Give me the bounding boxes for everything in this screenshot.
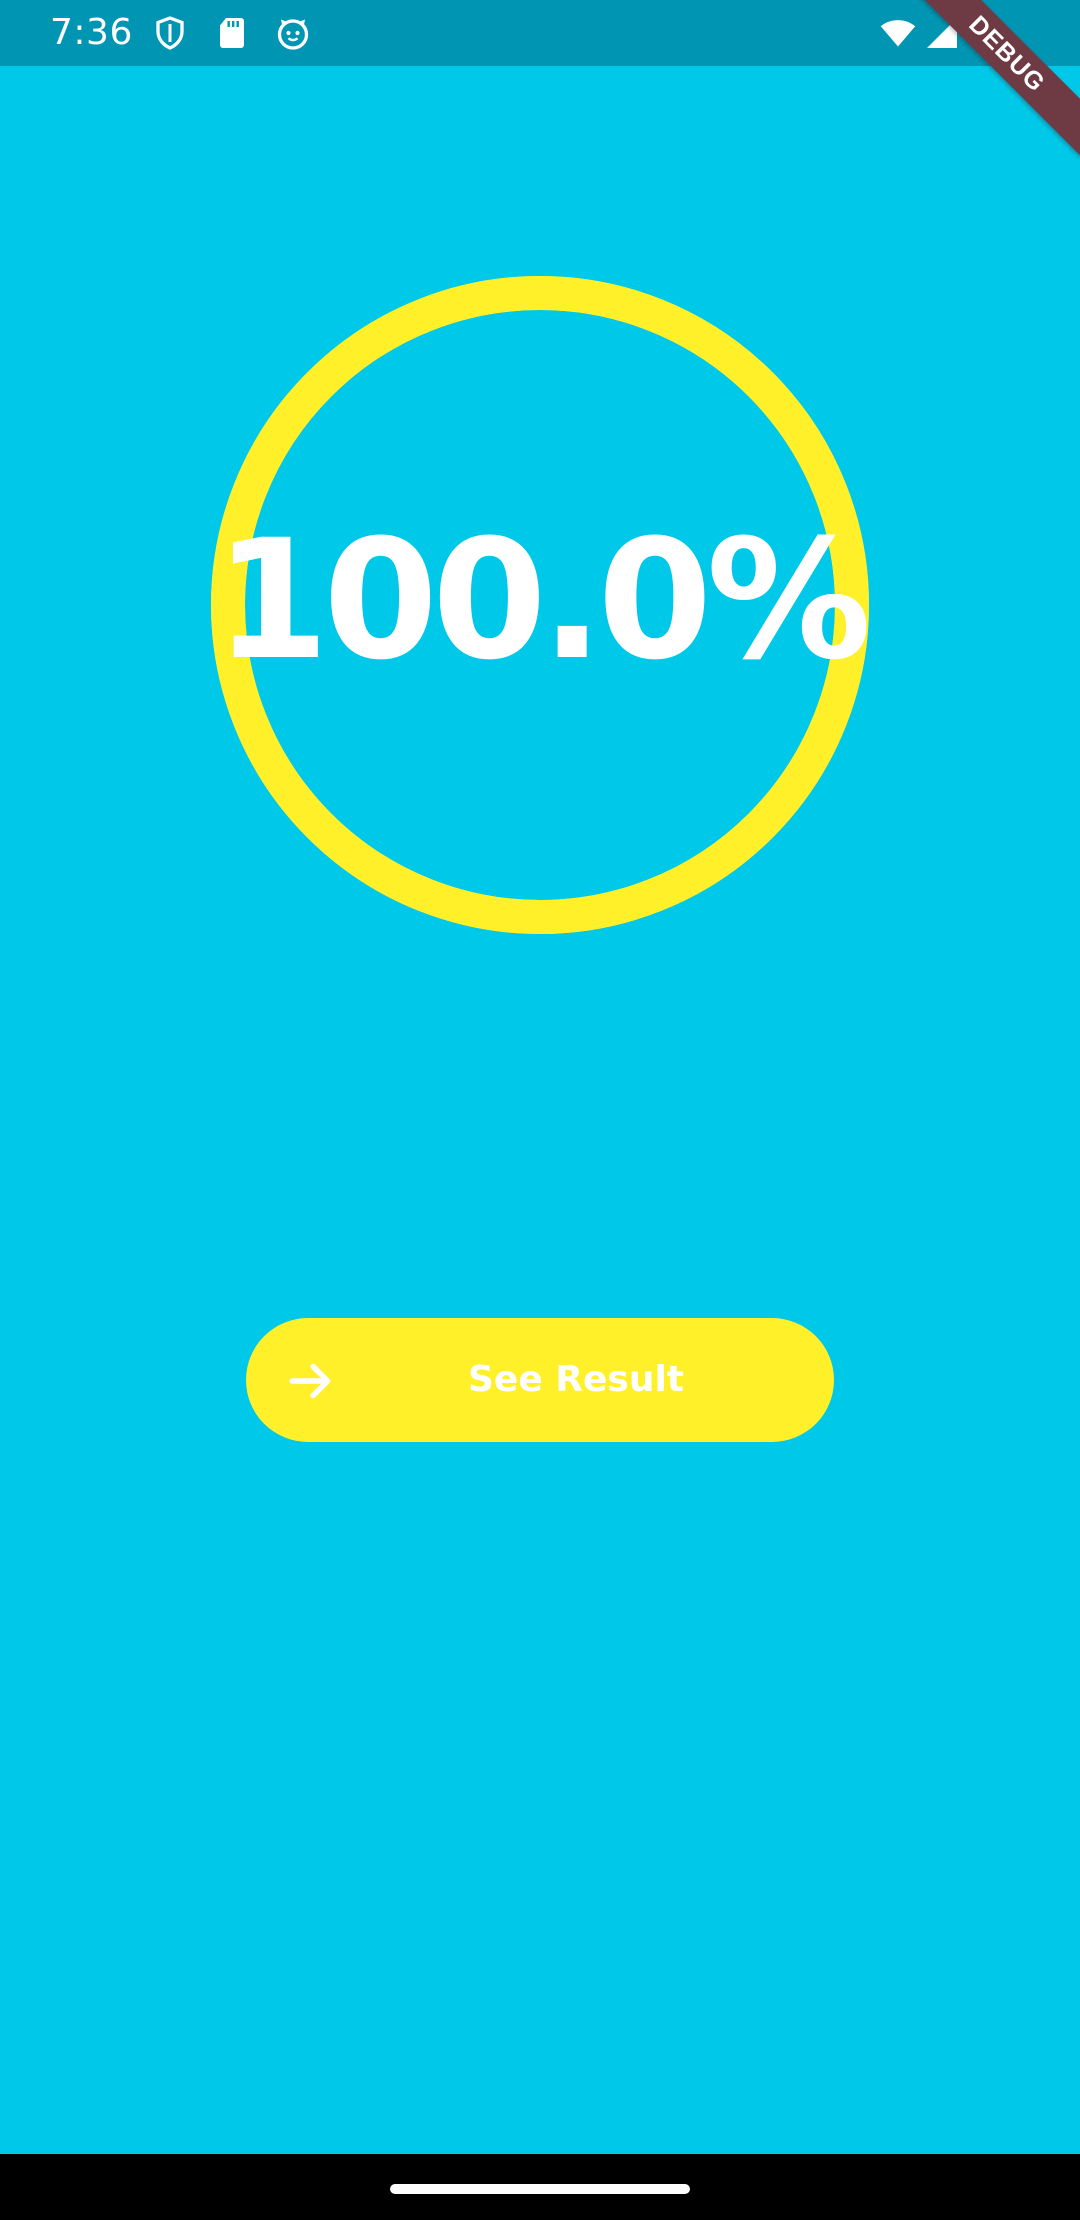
sd-card-icon [220,18,244,48]
cat-face-icon [277,19,309,50]
status-time: 7:36 [50,12,133,53]
status-bar: 7:36 [0,0,1080,66]
shield-icon [156,16,184,50]
navigation-bar [0,2154,1080,2220]
see-result-label: See Result [467,1359,685,1400]
see-result-button[interactable]: See Result [246,1318,834,1442]
progress-ring [211,276,869,934]
app-screen: 7:36 DEBUG 100.0% See Result [0,0,1080,2220]
home-indicator[interactable] [390,2184,690,2194]
wifi-icon [880,20,916,47]
arrow-right-icon [289,1363,331,1399]
progress-ring-arc [211,276,869,934]
